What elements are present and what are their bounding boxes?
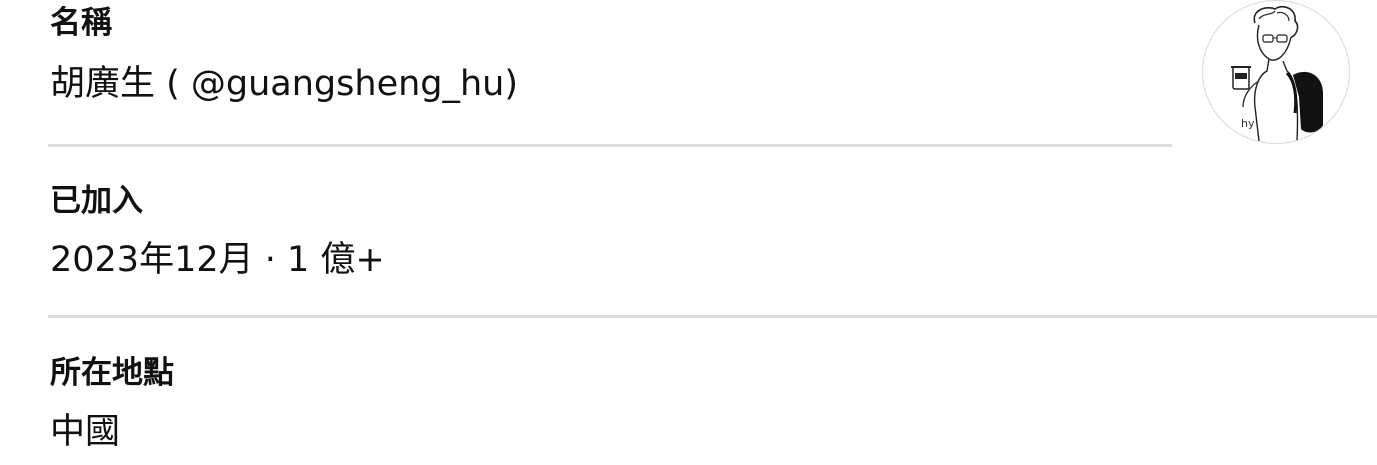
- joined-value: 2023年12月 · 1 億+: [50, 240, 385, 280]
- divider-name: [48, 144, 1172, 147]
- name-value: 胡廣生 ( @guangsheng_hu): [50, 64, 519, 104]
- divider-joined: [48, 315, 1377, 318]
- profile-info-panel: 名稱 胡廣生 ( @guangsheng_hu) 已加入 2023年12月 · …: [0, 0, 1377, 465]
- avatar-signature: hy: [1241, 117, 1255, 130]
- joined-label: 已加入: [50, 183, 143, 219]
- location-value: 中國: [50, 412, 121, 452]
- name-label: 名稱: [50, 5, 112, 41]
- user-sketch-avatar-icon: hy: [1231, 5, 1323, 142]
- avatar[interactable]: hy: [1202, 0, 1350, 144]
- location-label: 所在地點: [50, 355, 174, 391]
